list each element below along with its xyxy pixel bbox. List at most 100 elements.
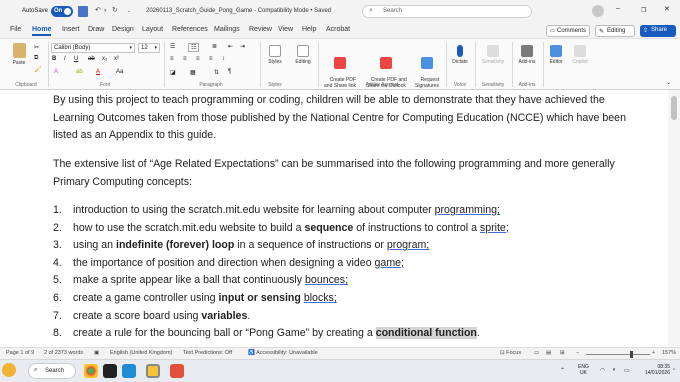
text-effects-icon[interactable]: A xyxy=(54,69,58,75)
clock[interactable]: 08:35 14/01/2026 xyxy=(638,364,670,376)
tray-overflow-icon[interactable]: ⌃ xyxy=(560,367,565,374)
highlight-icon[interactable]: ab xyxy=(76,69,83,75)
sensitivity-button[interactable]: Sensitivity xyxy=(477,45,509,65)
editor-button[interactable]: Editor xyxy=(545,45,567,65)
font-name-select[interactable]: Calibri (Body) ▾ xyxy=(51,43,135,53)
tab-review[interactable]: Review xyxy=(249,26,272,33)
tab-home[interactable]: Home xyxy=(32,26,52,36)
editing-mode-button[interactable]: ✎ Editing xyxy=(595,25,635,37)
paragraph-intro: By using this project to teach programmi… xyxy=(53,94,626,141)
shading-icon[interactable]: ◪ xyxy=(170,69,176,76)
share-button[interactable]: ⇪ Share xyxy=(640,25,676,37)
tab-references[interactable]: References xyxy=(172,26,208,33)
tab-mailings[interactable]: Mailings xyxy=(214,26,240,33)
language[interactable]: English (United Kingdom) xyxy=(110,350,172,356)
page-count[interactable]: Page 1 of 9 xyxy=(6,350,34,356)
clipboard-icon xyxy=(12,43,26,58)
redo-icon[interactable]: ↻ xyxy=(112,6,118,14)
volume-icon[interactable]: ◖ xyxy=(612,367,616,373)
accessibility-status[interactable]: ♿ Accessibility: Unavailable xyxy=(248,350,318,356)
focus-button[interactable]: ⊡ Focus xyxy=(500,350,521,356)
taskbar-search[interactable]: ⌕ Search xyxy=(28,363,76,379)
increase-indent-icon[interactable]: ⇥ xyxy=(240,43,245,50)
borders-icon[interactable]: ▦ xyxy=(190,69,196,76)
align-left-icon[interactable]: ≡ xyxy=(170,56,174,62)
word-count[interactable]: 2 of 2373 words xyxy=(44,350,83,356)
notifications-icon[interactable]: ▫ xyxy=(673,367,675,373)
zoom-out-icon[interactable]: − xyxy=(576,350,579,356)
language-indicator[interactable]: ENG UK xyxy=(578,364,589,376)
edge-icon[interactable] xyxy=(122,364,136,378)
document-canvas[interactable]: By using this project to teach programmi… xyxy=(0,90,680,347)
addins-button[interactable]: Add-ins xyxy=(514,45,540,65)
format-painter-icon[interactable]: 🖌 xyxy=(34,66,42,73)
web-layout-icon[interactable]: ⊞ xyxy=(560,350,565,356)
copy-icon[interactable]: ⧉ xyxy=(34,55,38,62)
font-size-select[interactable]: 12 ▾ xyxy=(138,43,160,53)
text-predictions[interactable]: Text Predictions: Off xyxy=(183,350,232,356)
tab-acrobat[interactable]: Acrobat xyxy=(326,26,350,33)
zoom-level[interactable]: 157% xyxy=(662,350,676,356)
change-case-icon[interactable]: Aa xyxy=(116,69,123,75)
close-icon[interactable]: ✕ xyxy=(664,5,670,13)
wifi-icon[interactable]: ◠ xyxy=(600,367,605,374)
weather-icon[interactable] xyxy=(2,363,16,377)
decrease-indent-icon[interactable]: ⇤ xyxy=(228,43,233,50)
undo-icon[interactable]: ↶ xyxy=(95,6,101,14)
read-mode-icon[interactable]: ▭ xyxy=(534,350,539,356)
zoom-slider-thumb[interactable] xyxy=(630,351,633,358)
avatar[interactable] xyxy=(592,5,604,17)
copilot-button[interactable]: Copilot xyxy=(568,45,592,65)
autosave-toggle[interactable]: On xyxy=(51,6,73,17)
justify-icon[interactable]: ≡ xyxy=(209,56,213,62)
numbering-icon[interactable]: ☷ xyxy=(188,43,200,52)
list-text: game; xyxy=(374,256,404,269)
font-color-icon[interactable]: A xyxy=(96,69,100,75)
align-right-icon[interactable]: ≡ xyxy=(196,56,200,62)
tab-draw[interactable]: Draw xyxy=(88,26,104,33)
italic-icon[interactable]: I xyxy=(64,56,66,62)
cut-icon[interactable]: ✂ xyxy=(34,44,39,51)
minimize-icon[interactable]: – xyxy=(616,5,620,12)
tab-view[interactable]: View xyxy=(278,26,293,33)
undo-dropdown-icon[interactable]: ▾ xyxy=(104,8,107,14)
terminal-icon[interactable] xyxy=(103,364,117,378)
restore-icon[interactable]: ❐ xyxy=(641,7,646,14)
tab-design[interactable]: Design xyxy=(112,26,134,33)
chrome-icon[interactable] xyxy=(84,364,98,378)
tab-help[interactable]: Help xyxy=(302,26,316,33)
ribbon-collapse-icon[interactable]: ⌄ xyxy=(666,79,671,86)
tab-insert[interactable]: Insert xyxy=(62,26,80,33)
print-layout-icon[interactable]: ▤ xyxy=(546,350,551,356)
show-formatting-icon[interactable]: ¶ xyxy=(228,69,231,75)
list-text: . xyxy=(247,309,251,322)
zoom-slider[interactable] xyxy=(586,351,650,358)
proofing-icon[interactable]: ▣ xyxy=(94,350,99,356)
app-icon[interactable] xyxy=(170,364,184,378)
save-icon[interactable] xyxy=(78,6,88,17)
editing-button[interactable]: Editing xyxy=(292,45,314,65)
multilevel-list-icon[interactable]: ≣ xyxy=(212,43,217,50)
underline-icon[interactable]: U xyxy=(74,56,78,62)
search-box[interactable]: ⌕ Search xyxy=(362,5,532,18)
paste-button[interactable]: Paste xyxy=(8,43,30,66)
strikethrough-icon[interactable]: ab xyxy=(88,56,95,62)
superscript-icon[interactable]: x² xyxy=(114,56,119,62)
styles-button[interactable]: Styles xyxy=(264,45,286,65)
customize-toolbar-icon[interactable]: ⌄ xyxy=(127,8,131,14)
sort-icon[interactable]: ⇅ xyxy=(214,69,219,76)
tab-layout[interactable]: Layout xyxy=(142,26,163,33)
align-center-icon[interactable]: ≡ xyxy=(183,56,187,62)
vertical-scrollbar[interactable] xyxy=(668,90,680,347)
comments-button[interactable]: ▭ Comments xyxy=(546,25,590,37)
active-app-icon[interactable] xyxy=(146,364,160,378)
scrollbar-thumb[interactable] xyxy=(671,96,677,120)
zoom-in-icon[interactable]: + xyxy=(652,350,655,356)
tab-file[interactable]: File xyxy=(10,26,21,33)
subscript-icon[interactable]: x₂ xyxy=(102,56,107,62)
line-spacing-icon[interactable]: ↕ xyxy=(222,56,225,62)
bullets-icon[interactable]: ☰ xyxy=(170,43,175,50)
bold-icon[interactable]: B xyxy=(52,56,56,62)
battery-icon[interactable]: ▭ xyxy=(624,367,630,374)
dictate-button[interactable]: Dictate xyxy=(448,45,472,65)
